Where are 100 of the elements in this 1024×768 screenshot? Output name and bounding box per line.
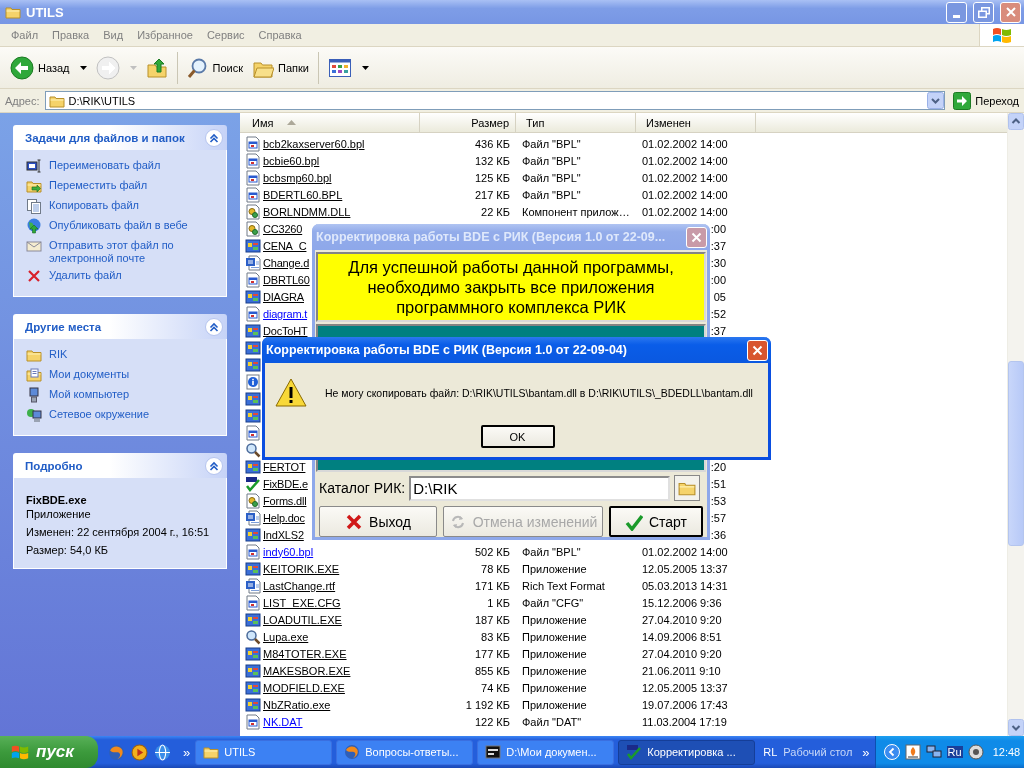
search-button[interactable]: Поиск [182, 49, 247, 86]
file-name-link[interactable]: KEITORIK.EXE [263, 562, 340, 575]
collapse-button[interactable] [205, 317, 223, 336]
toolbar-label[interactable]: Рабочий стол [781, 746, 857, 758]
file-name-link[interactable]: Lupa.exe [263, 630, 309, 643]
sidebar-link[interactable]: Переименовать файл [26, 159, 218, 175]
check-icon [626, 744, 643, 760]
file-name-link[interactable]: CC3260 [263, 222, 303, 235]
file-name-link[interactable]: LastChange.rtf [263, 579, 336, 592]
file-name-link[interactable]: NK.DAT [263, 715, 303, 728]
more-chevron[interactable]: » [856, 744, 875, 760]
flag-icon [10, 743, 30, 761]
globe-icon[interactable] [154, 743, 171, 761]
sort-arrow-icon [287, 120, 297, 125]
folders-button[interactable]: Папки [248, 49, 313, 86]
taskbar-button[interactable]: UTILS [195, 739, 333, 765]
taskbar-button[interactable]: D:\Мои докумен... [477, 739, 615, 765]
column-header[interactable]: Изменен [636, 113, 756, 132]
search-icon [186, 56, 209, 79]
check-icon [245, 475, 261, 492]
address-input[interactable]: D:\RIK\UTILS [68, 94, 924, 107]
collapse-button[interactable] [205, 128, 223, 147]
start-button[interactable]: пуск [0, 736, 98, 768]
program-icon [245, 696, 261, 713]
address-field[interactable]: D:\RIK\UTILS [44, 91, 946, 110]
go-button[interactable]: Переход [950, 91, 1022, 110]
taskbar-button[interactable]: Корректировка ... [618, 739, 756, 765]
taskbar-button[interactable]: Вопросы-ответы... [336, 739, 474, 765]
file-name-link[interactable]: indy60.bpl [263, 545, 314, 558]
file-name-link[interactable]: NbZRatio.exe [263, 698, 331, 711]
network-icon[interactable] [925, 744, 942, 760]
file-name-link[interactable]: diagram.t [263, 307, 308, 320]
browser-icon[interactable] [108, 743, 125, 761]
sidebar-link[interactable]: Сетевое окружение [26, 408, 218, 424]
window-icon [26, 158, 42, 174]
file-name-link[interactable]: FixBDE.e [263, 477, 308, 490]
menu-item[interactable]: Справка [251, 29, 309, 41]
file-name-link[interactable]: Forms.dll [263, 494, 307, 507]
column-header[interactable]: Размер [420, 113, 516, 132]
sidebar-link[interactable]: Мой компьютер [26, 388, 218, 404]
app-icon[interactable] [904, 744, 921, 760]
media-icon[interactable] [967, 744, 984, 760]
file-name-link[interactable]: MODFIELD.EXE [263, 681, 345, 694]
file-name-link[interactable]: bcbsmp60.bpl [263, 171, 332, 184]
file-name-link[interactable]: BDERTL60.BPL [263, 188, 343, 201]
program-icon [245, 407, 261, 424]
table-cell: Приложение [522, 613, 587, 626]
menu-item[interactable]: Файл [4, 29, 46, 41]
dropdown-button[interactable] [927, 92, 945, 109]
back-button[interactable]: Назад [6, 49, 91, 86]
close-button[interactable] [747, 339, 768, 361]
sidebar-link[interactable]: Опубликовать файл в вебе [26, 219, 218, 235]
sidebar-link[interactable]: Удалить файл [26, 269, 218, 285]
file-name-link[interactable]: CENA_C [263, 239, 307, 252]
expand-button[interactable] [883, 744, 900, 760]
table-cell: :30 [710, 256, 726, 269]
table-cell: 27.04.2010 9:20 [642, 647, 722, 660]
sidebar-link[interactable]: Мои документы [26, 368, 218, 384]
file-name-link[interactable]: LOADUTIL.EXE [263, 613, 342, 626]
more-chevron[interactable]: » [177, 744, 196, 760]
sidebar-link[interactable]: Копировать файл [26, 199, 218, 215]
menu-item[interactable]: Сервис [199, 29, 252, 41]
file-name-link[interactable]: FERTOT [263, 460, 306, 473]
scroll-down-button[interactable] [1008, 719, 1024, 736]
scroll-thumb[interactable] [1008, 361, 1024, 546]
language-indicator[interactable]: Ru [946, 746, 963, 758]
collapse-button[interactable] [205, 456, 223, 475]
file-name-link[interactable]: bcbie60.bpl [263, 154, 320, 167]
file-name-link[interactable]: Help.doc [263, 511, 305, 524]
menu-item[interactable]: Вид [96, 29, 131, 41]
table-cell: 01.02.2002 14:00 [642, 171, 728, 184]
table-cell: Файл "BPL" [522, 171, 581, 184]
column-header[interactable]: Имя [240, 113, 420, 132]
file-name-link[interactable]: BORLNDMM.DLL [263, 205, 351, 218]
file-name-link[interactable]: IndXLS2 [263, 528, 304, 541]
file-name-link[interactable]: Change.d [263, 256, 310, 269]
file-name-link[interactable]: MAKESBOR.EXE [263, 664, 351, 677]
table-cell: :00 [710, 273, 726, 286]
restore-button[interactable] [973, 1, 994, 23]
program-icon [245, 560, 261, 577]
close-button[interactable] [1000, 1, 1021, 23]
minimize-button[interactable] [946, 1, 967, 23]
file-name-link[interactable]: DIAGRA [263, 290, 304, 303]
menu-item[interactable]: Избранное [130, 29, 200, 41]
file-name-link[interactable]: M84TOTER.EXE [263, 647, 347, 660]
scrollbar[interactable] [1007, 113, 1024, 736]
sidebar-link[interactable]: Отправить этот файл по электронной почте [26, 239, 218, 265]
program-icon [245, 458, 261, 475]
file-name-link[interactable]: DocToHT [263, 324, 308, 337]
sidebar-link[interactable]: RIK [26, 348, 218, 364]
program-icon [245, 322, 261, 339]
toolbar-label[interactable]: RL [759, 746, 782, 758]
media-player-icon[interactable] [131, 743, 148, 761]
file-name-link[interactable]: DBRTL60 [263, 273, 310, 286]
column-header[interactable]: Тип [516, 113, 636, 132]
ok-button[interactable]: OK [480, 425, 555, 448]
file-name-link[interactable]: bcb2kaxserver60.bpl [263, 137, 365, 150]
sidebar-link[interactable]: Переместить файл [26, 179, 218, 195]
file-name-link[interactable]: LIST_EXE.CFG [263, 596, 341, 609]
scroll-up-button[interactable] [1008, 113, 1024, 130]
